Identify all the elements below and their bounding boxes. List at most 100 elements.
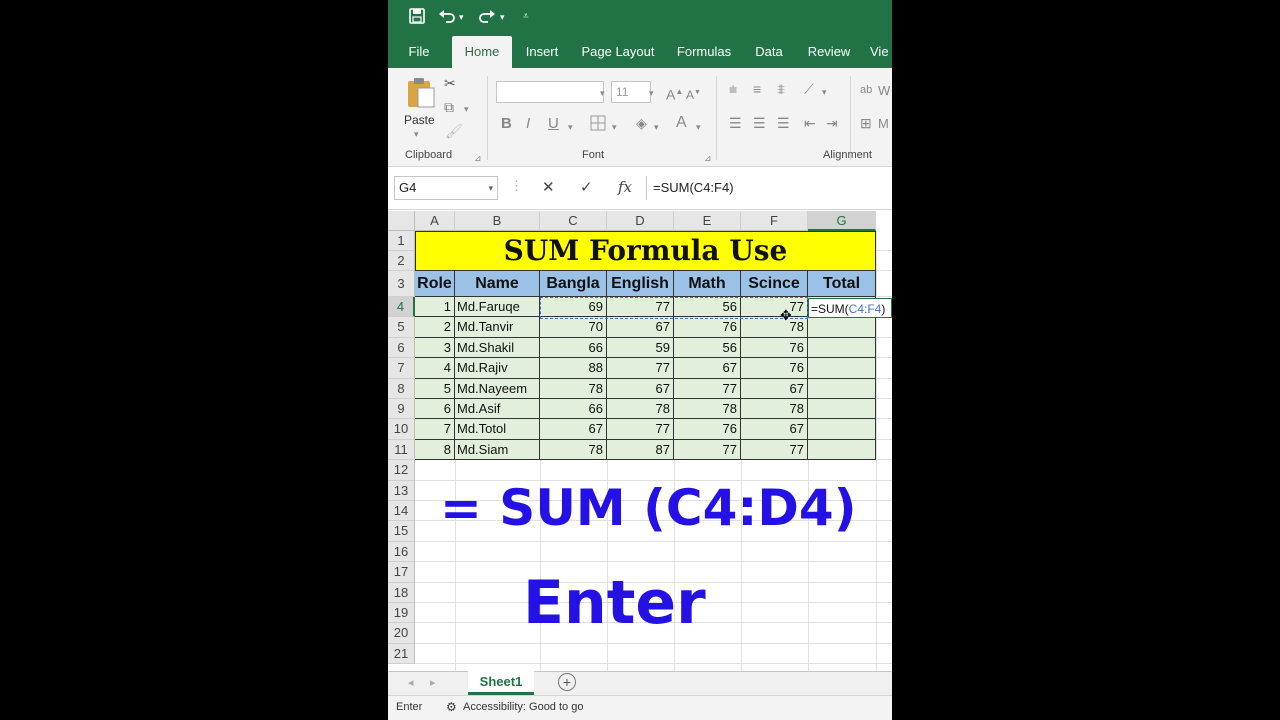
table-cell[interactable]: 2: [415, 317, 455, 338]
align-left-icon[interactable]: ☰: [729, 115, 742, 131]
total-cell[interactable]: [808, 399, 876, 420]
table-cell[interactable]: 67: [741, 419, 808, 440]
tab-page-layout[interactable]: Page Layout: [578, 36, 658, 68]
tab-home[interactable]: Home: [452, 36, 512, 68]
align-middle-icon[interactable]: ≡: [753, 81, 761, 97]
scroll-right-icon[interactable]: ▸: [430, 676, 436, 689]
row-header-8[interactable]: 8: [388, 378, 415, 399]
increase-indent-icon[interactable]: ⇥: [826, 115, 838, 131]
table-cell[interactable]: 67: [741, 378, 808, 399]
italic-button[interactable]: I: [526, 116, 530, 132]
font-name-box[interactable]: [496, 81, 604, 103]
table-cell[interactable]: 76: [674, 419, 741, 440]
font-color-dropdown-icon[interactable]: ▾: [696, 119, 701, 135]
table-cell[interactable]: 77: [607, 358, 674, 379]
fill-color-icon[interactable]: ◈: [636, 115, 647, 131]
undo-dropdown-icon[interactable]: ▾: [459, 8, 464, 26]
total-cell[interactable]: [808, 337, 876, 359]
column-header-d[interactable]: D: [607, 211, 674, 231]
insert-function-icon[interactable]: fx: [618, 178, 632, 196]
row-header-18[interactable]: 18: [388, 582, 415, 603]
column-header-a[interactable]: A: [415, 211, 455, 231]
row-header-9[interactable]: 9: [388, 399, 415, 420]
table-cell[interactable]: 78: [674, 399, 741, 420]
table-cell[interactable]: 59: [607, 337, 674, 359]
tab-review[interactable]: Review: [802, 36, 856, 68]
cancel-icon[interactable]: ✕: [542, 178, 555, 196]
accessibility-status[interactable]: Accessibility: Good to go: [463, 701, 583, 713]
table-cell[interactable]: 78: [540, 439, 607, 461]
cut-icon[interactable]: ✂: [444, 75, 456, 91]
table-cell[interactable]: 77: [674, 439, 741, 461]
fill-dropdown-icon[interactable]: ▾: [654, 119, 659, 135]
underline-button[interactable]: U: [548, 116, 559, 132]
header-cell[interactable]: English: [607, 271, 674, 297]
tab-formulas[interactable]: Formulas: [672, 36, 736, 68]
sheet-tab-sheet1[interactable]: Sheet1: [468, 671, 534, 695]
tab-data[interactable]: Data: [750, 36, 788, 68]
table-cell[interactable]: 67: [607, 317, 674, 338]
table-cell[interactable]: 8: [415, 439, 455, 461]
add-sheet-button[interactable]: +: [558, 673, 576, 691]
table-cell[interactable]: 67: [540, 419, 607, 440]
row-header-21[interactable]: 21: [388, 643, 415, 665]
font-launcher-icon[interactable]: ⊿: [704, 150, 712, 166]
table-cell[interactable]: Md.Totol: [455, 419, 540, 440]
font-name-dropdown-icon[interactable]: ▾: [600, 85, 605, 101]
row-header-12[interactable]: 12: [388, 460, 415, 481]
paste-icon[interactable]: [406, 76, 436, 111]
table-cell[interactable]: 77: [674, 378, 741, 399]
row-header-16[interactable]: 16: [388, 541, 415, 563]
table-cell[interactable]: 76: [674, 317, 741, 338]
save-icon[interactable]: [409, 8, 425, 24]
table-cell[interactable]: 67: [674, 358, 741, 379]
header-cell[interactable]: Scince: [741, 271, 808, 297]
total-cell[interactable]: [808, 439, 876, 461]
table-cell[interactable]: 77: [607, 419, 674, 440]
row-header-4[interactable]: 4: [388, 297, 415, 318]
table-cell[interactable]: Md.Rajiv: [455, 358, 540, 379]
table-cell[interactable]: Md.Asif: [455, 399, 540, 420]
borders-icon[interactable]: [590, 115, 606, 134]
redo-dropdown-icon[interactable]: ▾: [500, 8, 505, 26]
row-header-5[interactable]: 5: [388, 317, 415, 338]
row-header-20[interactable]: 20: [388, 623, 415, 644]
table-cell[interactable]: 1: [415, 297, 455, 318]
title-cell[interactable]: SUM Formula Use: [415, 231, 876, 271]
row-header-14[interactable]: 14: [388, 501, 415, 522]
row-header-17[interactable]: 17: [388, 562, 415, 583]
scroll-left-icon[interactable]: ◂: [408, 676, 414, 689]
font-size-dropdown-icon[interactable]: ▾: [649, 85, 654, 101]
total-cell[interactable]: [808, 378, 876, 399]
copy-dropdown-icon[interactable]: ▾: [464, 101, 469, 117]
table-cell[interactable]: 78: [741, 317, 808, 338]
table-cell[interactable]: 87: [607, 439, 674, 461]
select-all-corner[interactable]: [388, 211, 415, 231]
column-header-b[interactable]: B: [455, 211, 540, 231]
header-cell[interactable]: Total: [808, 271, 876, 297]
table-cell[interactable]: 78: [607, 399, 674, 420]
borders-dropdown-icon[interactable]: ▾: [612, 119, 617, 135]
row-header-11[interactable]: 11: [388, 439, 415, 461]
underline-dropdown-icon[interactable]: ▾: [568, 119, 573, 135]
active-cell-editor[interactable]: =SUM(C4:F4): [808, 298, 892, 318]
total-cell[interactable]: [808, 419, 876, 440]
table-cell[interactable]: 5: [415, 378, 455, 399]
align-top-icon[interactable]: ⩧: [729, 81, 737, 97]
table-cell[interactable]: 7: [415, 419, 455, 440]
table-cell[interactable]: Md.Faruqe: [455, 297, 540, 318]
format-painter-icon[interactable]: 🖌: [445, 123, 463, 139]
decrease-font-icon[interactable]: A▼: [686, 85, 701, 103]
increase-font-icon[interactable]: A▲: [666, 84, 683, 103]
table-cell[interactable]: Md.Siam: [455, 439, 540, 461]
row-header-3[interactable]: 3: [388, 271, 415, 297]
tab-view[interactable]: Vie: [870, 36, 892, 68]
font-color-button[interactable]: A: [676, 115, 687, 131]
row-header-19[interactable]: 19: [388, 603, 415, 624]
table-cell[interactable]: 6: [415, 399, 455, 420]
table-cell[interactable]: 56: [674, 337, 741, 359]
table-cell[interactable]: 77: [741, 439, 808, 461]
copy-icon[interactable]: ⧉: [444, 99, 454, 115]
merge-icon[interactable]: ⊞: [860, 115, 872, 131]
name-box[interactable]: G4 ▾: [394, 176, 498, 200]
